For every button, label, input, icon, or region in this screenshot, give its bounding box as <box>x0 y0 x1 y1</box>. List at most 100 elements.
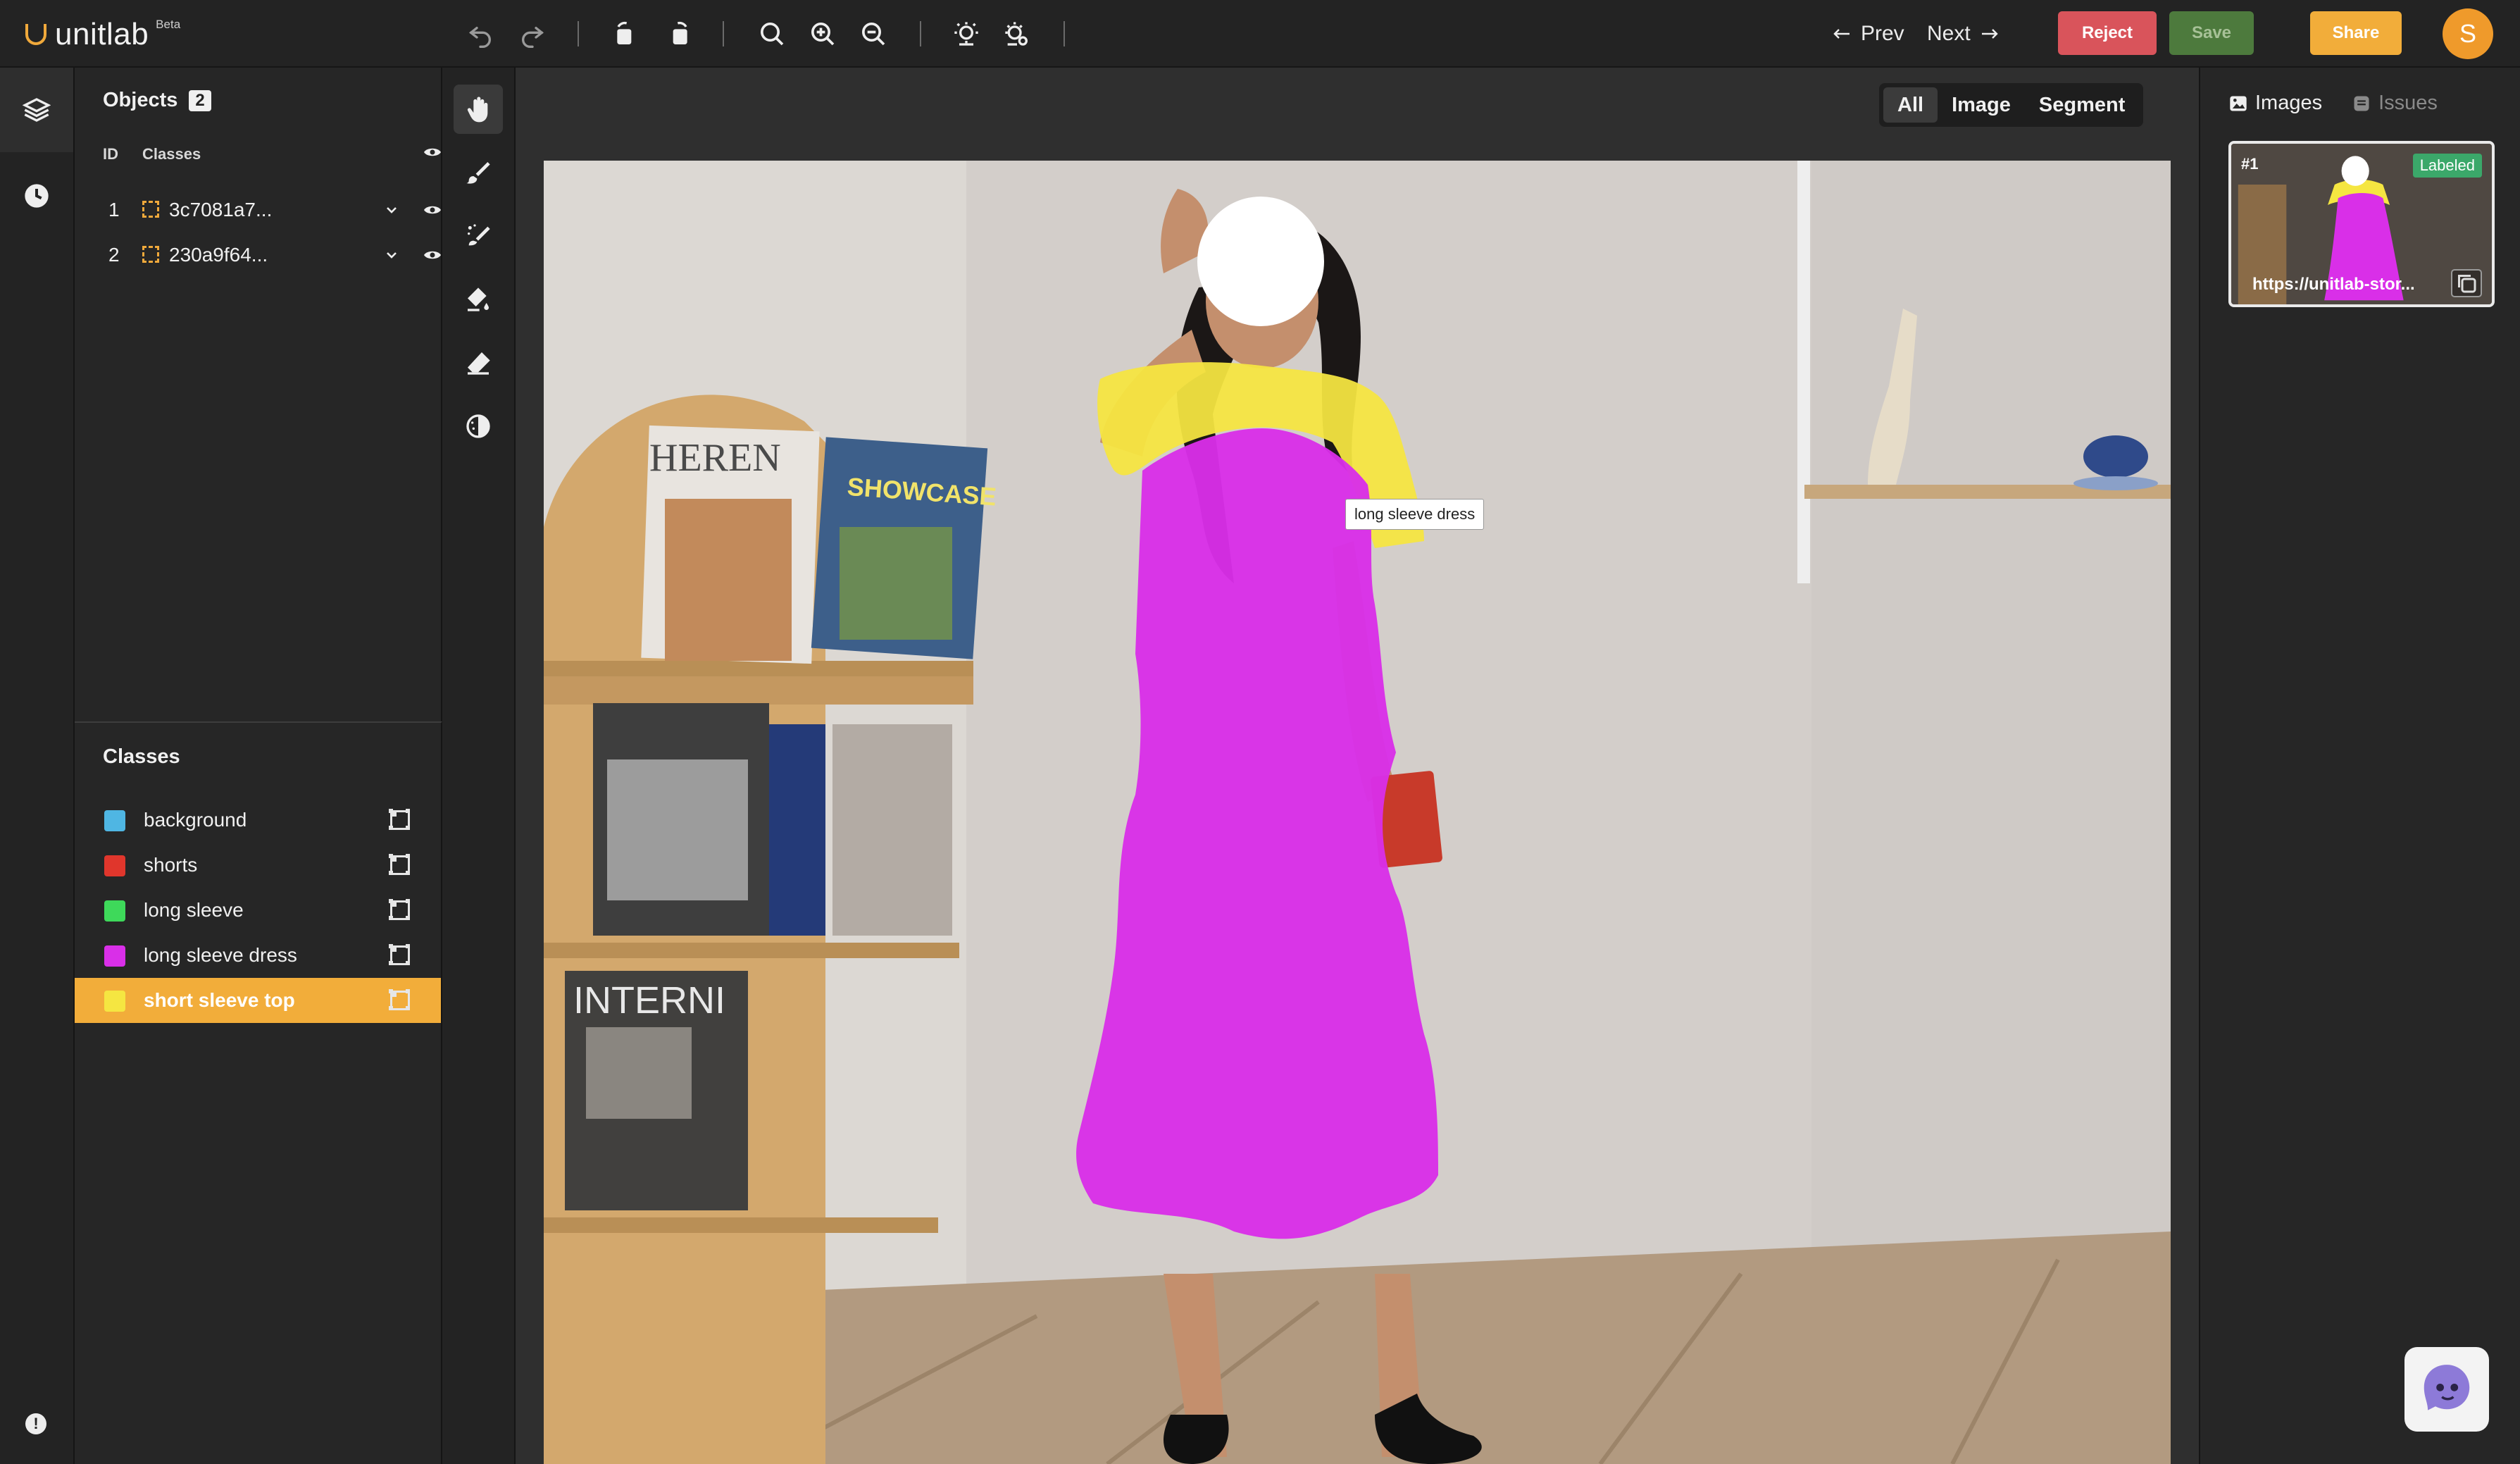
left-rail <box>0 68 75 1464</box>
eye-icon[interactable] <box>423 145 442 159</box>
fill-icon[interactable] <box>454 275 503 324</box>
redo-icon[interactable] <box>516 17 549 51</box>
bounding-box-icon[interactable] <box>389 899 410 920</box>
tab-images[interactable]: Images <box>2228 92 2322 115</box>
objects-title: Objects <box>103 89 178 111</box>
thumbnail-url: https://unitlab-stor... <box>2252 275 2415 294</box>
brush-icon[interactable] <box>454 148 503 197</box>
class-item-background[interactable]: background <box>75 798 441 843</box>
class-color-swatch <box>104 900 125 922</box>
layers-icon[interactable] <box>0 68 73 152</box>
eye-icon[interactable] <box>423 203 442 217</box>
bounding-box-icon[interactable] <box>389 944 410 965</box>
share-button[interactable]: Share <box>2310 11 2402 55</box>
hand-icon[interactable] <box>454 85 503 134</box>
status-badge: Labeled <box>2412 154 2482 178</box>
smart-brush-icon[interactable] <box>454 211 503 261</box>
prev-label: Prev <box>1861 22 1904 45</box>
class-color-swatch <box>104 991 125 1012</box>
bounding-box-icon <box>142 246 159 263</box>
class-color-swatch <box>104 810 125 831</box>
eraser-icon[interactable] <box>454 338 503 387</box>
tab-images-label: Images <box>2255 92 2323 114</box>
class-item-shorts[interactable]: shorts <box>75 843 441 888</box>
image-thumbnail[interactable]: #1 Labeled https://unitlab-stor... <box>2228 141 2495 307</box>
view-filter: All Image Segment <box>1879 83 2144 127</box>
bounding-box-icon[interactable] <box>389 854 410 875</box>
tab-issues-label: Issues <box>2378 92 2438 114</box>
class-color-swatch <box>104 945 125 967</box>
object-name: 230a9f64... <box>169 244 268 266</box>
contrast-icon[interactable] <box>454 402 503 451</box>
search-icon[interactable] <box>755 17 789 51</box>
logo-mark-icon <box>25 24 46 45</box>
prev-button[interactable]: Prev <box>1831 18 1904 49</box>
bounding-box-icon[interactable] <box>389 989 410 1010</box>
chevron-down-icon[interactable] <box>383 201 400 218</box>
class-label: long sleeve dress <box>144 944 297 966</box>
undo-icon[interactable] <box>463 17 497 51</box>
right-panel-tabs: Images Issues <box>2228 92 2467 115</box>
beta-badge: Beta <box>156 18 181 31</box>
class-item-short-sleeve-top[interactable]: short sleeve top <box>75 978 441 1023</box>
class-label: shorts <box>144 854 198 876</box>
copy-icon[interactable] <box>2451 269 2482 297</box>
settings-icon[interactable] <box>1000 17 1034 51</box>
object-row[interactable]: 1 3c7081a7... <box>103 194 441 225</box>
issues-icon <box>2354 96 2369 111</box>
rotate-left-icon[interactable] <box>609 17 642 51</box>
face-blur-circle <box>1197 197 1324 326</box>
object-id: 2 <box>108 244 120 266</box>
zoom-out-icon[interactable] <box>856 17 890 51</box>
image-viewport[interactable]: HEREN SHOWCASE INTERNI <box>544 161 2171 1464</box>
class-item-long-sleeve-dress[interactable]: long sleeve dress <box>75 933 441 978</box>
arrow-right-icon <box>1981 29 1998 39</box>
classes-panel: Classes background shorts long sleeve lo… <box>75 721 442 1464</box>
tab-issues[interactable]: Issues <box>2352 92 2438 115</box>
right-panel: Images Issues #1 Labeled https://unitlab… <box>2199 68 2520 1464</box>
chevron-down-icon[interactable] <box>383 247 400 263</box>
arrow-left-icon <box>1833 29 1850 39</box>
tab-image[interactable]: Image <box>1938 87 2025 123</box>
history-icon[interactable] <box>0 154 73 238</box>
objects-panel: Objects 2 ID Classes 1 3c7081a7... 2 230… <box>75 68 442 721</box>
brightness-icon[interactable] <box>949 17 983 51</box>
magazine-title-interni: INTERNI <box>573 979 725 1022</box>
app-logo[interactable]: unitlab Beta <box>25 17 180 52</box>
class-item-long-sleeve[interactable]: long sleeve <box>75 888 441 933</box>
eye-icon[interactable] <box>423 248 442 262</box>
class-color-swatch <box>104 855 125 876</box>
user-avatar[interactable]: S <box>2443 8 2493 59</box>
mask-tooltip: long sleeve dress <box>1345 499 1485 530</box>
zoom-in-icon[interactable] <box>806 17 840 51</box>
objects-header: Objects 2 <box>103 89 211 112</box>
classes-title: Classes <box>103 745 180 768</box>
info-icon[interactable]: ! <box>25 1413 46 1434</box>
class-label: background <box>144 809 247 831</box>
toolbar-divider <box>1063 21 1065 46</box>
toolbar-divider <box>578 21 579 46</box>
next-button[interactable]: Next <box>1927 18 2000 49</box>
rotate-right-icon[interactable] <box>662 17 696 51</box>
column-id: ID <box>103 145 118 163</box>
chat-support-button[interactable] <box>2404 1347 2489 1432</box>
toolbar-divider <box>723 21 724 46</box>
tab-all[interactable]: All <box>1883 87 1938 123</box>
reject-button[interactable]: Reject <box>2058 11 2157 55</box>
next-label: Next <box>1927 22 1971 45</box>
image-icon <box>2230 96 2247 111</box>
class-label: long sleeve <box>144 899 244 921</box>
class-label: short sleeve top <box>144 989 295 1011</box>
chat-bot-icon <box>2424 1365 2470 1410</box>
tab-segment[interactable]: Segment <box>2025 87 2139 123</box>
tool-strip <box>442 68 516 1464</box>
app-name: unitlab <box>55 17 149 51</box>
toolbar-divider <box>920 21 921 46</box>
object-name: 3c7081a7... <box>169 199 273 221</box>
object-row[interactable]: 2 230a9f64... <box>103 240 441 271</box>
bounding-box-icon[interactable] <box>389 809 410 830</box>
save-button[interactable]: Save <box>2169 11 2254 55</box>
thumbnail-number: #1 <box>2241 155 2259 173</box>
top-bar: unitlab Beta Prev Next Reject Save Share <box>0 0 2520 68</box>
annotation-canvas[interactable]: All Image Segment HEREN SHOWCASE INTERNI… <box>516 68 2199 1464</box>
